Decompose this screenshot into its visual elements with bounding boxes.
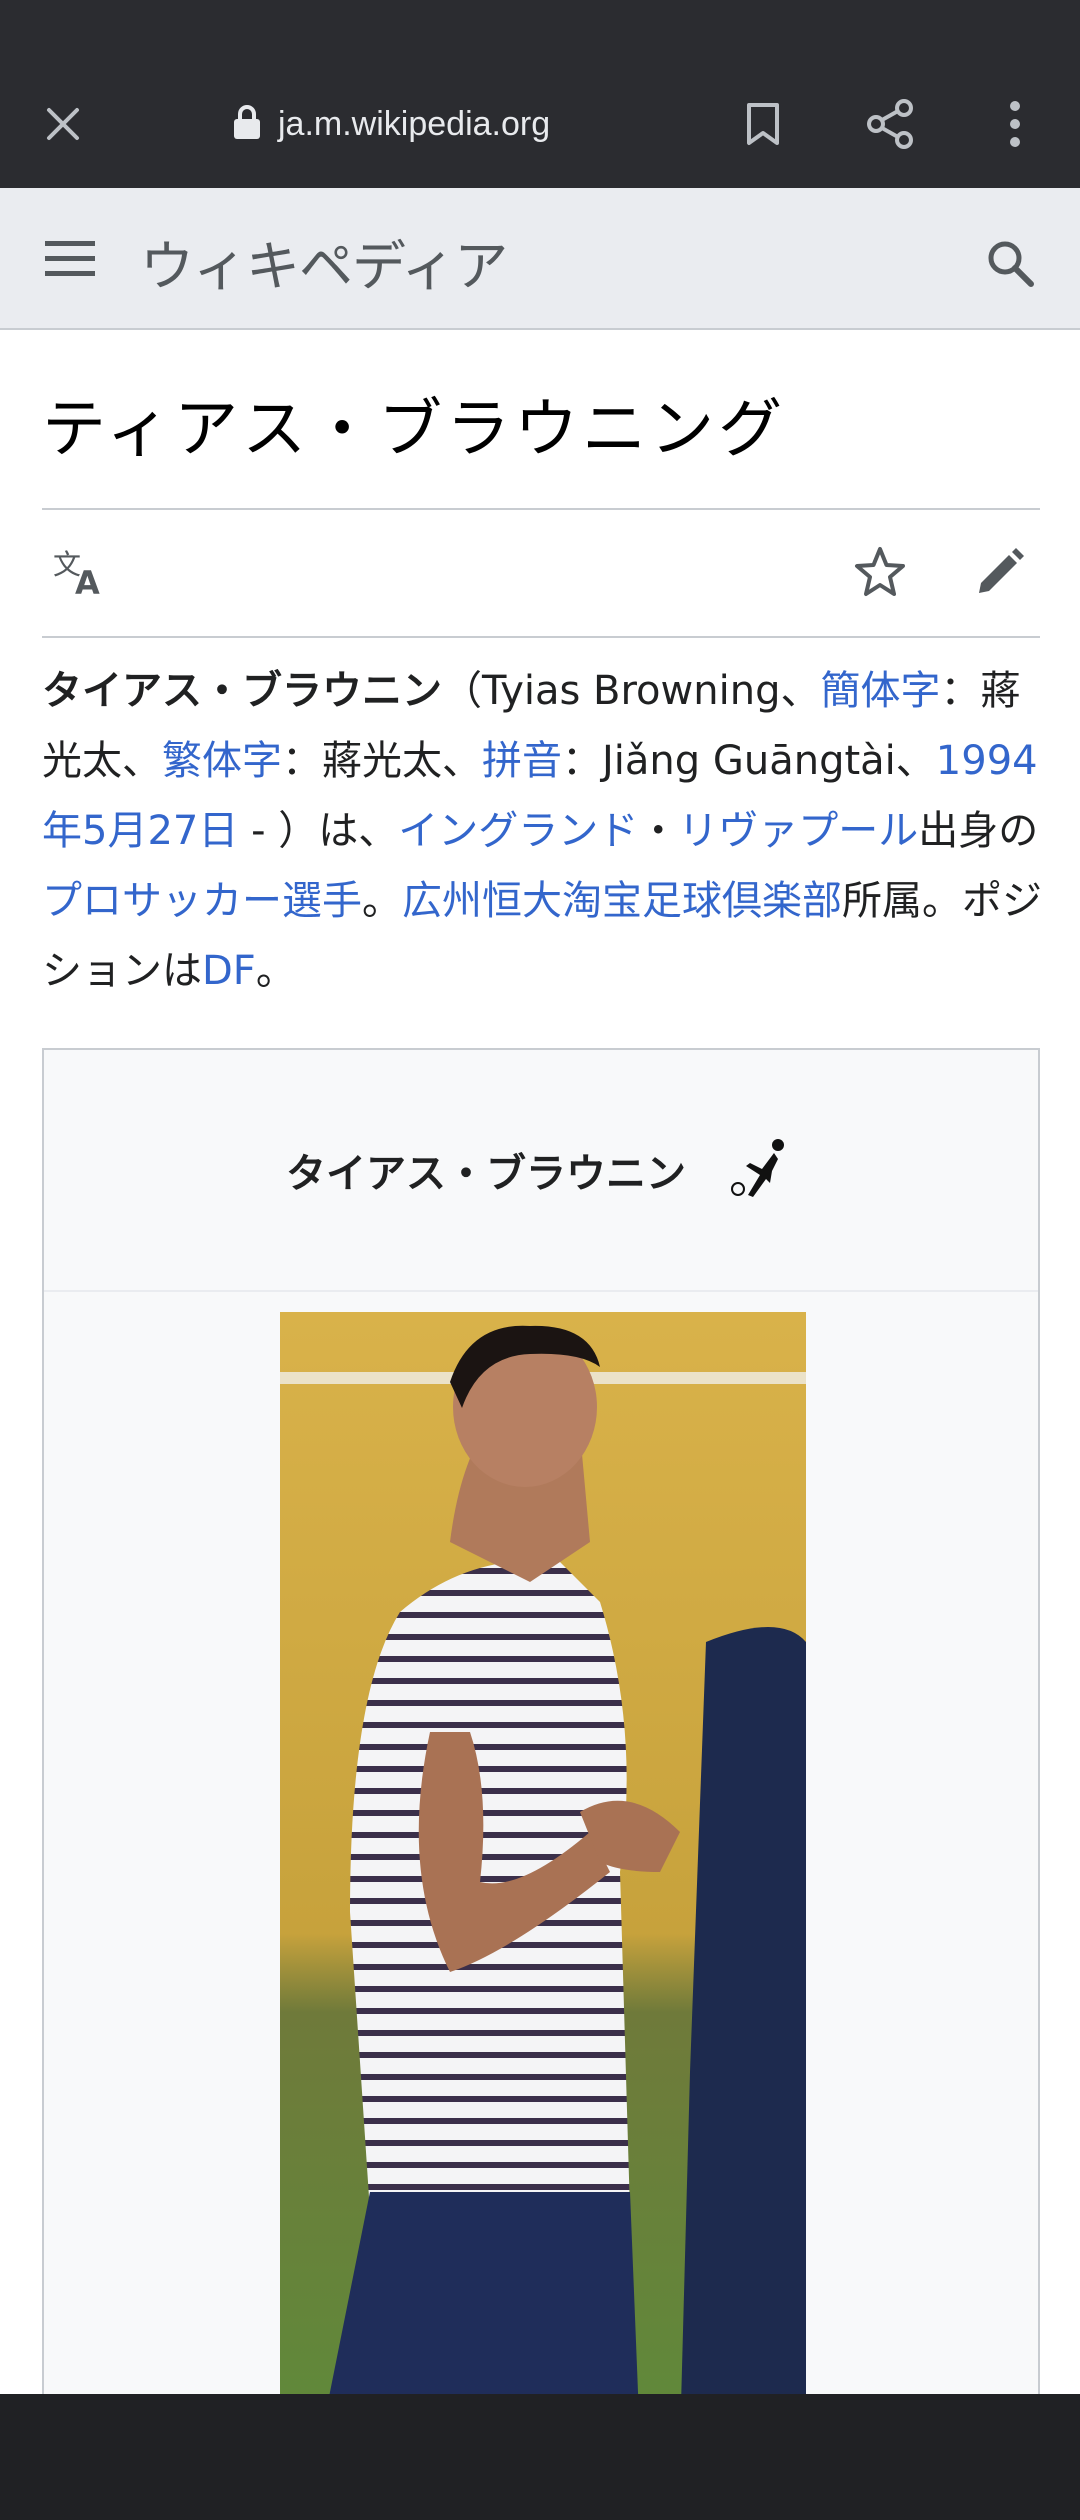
lead-text: - ）は、	[238, 808, 399, 854]
address-bar[interactable]: ja.m.wikipedia.org	[232, 60, 550, 188]
edit-pencil-icon[interactable]	[968, 540, 1032, 604]
title-divider	[42, 508, 1040, 510]
browser-toolbar: ja.m.wikipedia.org	[0, 60, 1080, 188]
actions-divider	[42, 636, 1040, 638]
bookmark-icon[interactable]	[728, 60, 798, 188]
share-icon[interactable]	[852, 60, 928, 188]
infobox-title: タイアス・ブラウニン	[44, 1050, 1038, 1292]
pro-footballer-link[interactable]: プロサッカー選手	[42, 878, 362, 924]
football-player-icon	[726, 1133, 796, 1207]
lead-text: ・	[638, 808, 679, 854]
infobox: タイアス・ブラウニン	[42, 1048, 1040, 2448]
lead-text: （Tyias Browning、	[442, 668, 821, 714]
system-navigation-bar	[0, 2394, 1080, 2520]
close-icon[interactable]	[30, 60, 96, 188]
language-icon[interactable]: 文 A	[48, 540, 112, 604]
lock-icon	[232, 104, 262, 144]
infobox-name: タイアス・ブラウニン	[286, 1151, 686, 1197]
more-vert-icon[interactable]	[990, 60, 1040, 188]
lead-text: 。	[362, 878, 402, 924]
lead-text: ：Jiǎng Guāngtài、	[562, 738, 936, 784]
simplified-chinese-link[interactable]: 簡体字	[820, 668, 940, 714]
menu-icon[interactable]	[40, 232, 100, 286]
url-text: ja.m.wikipedia.org	[278, 104, 551, 143]
lead-text: ：蔣光太、	[282, 738, 482, 784]
club-link[interactable]: 広州恒大淘宝足球倶楽部	[402, 878, 842, 924]
traditional-chinese-link[interactable]: 繁体字	[162, 738, 282, 784]
wiki-logo[interactable]: ウィキペディア	[140, 222, 508, 301]
lead-text: 。	[255, 948, 296, 994]
liverpool-link[interactable]: リヴァプール	[678, 808, 918, 854]
lead-text: 出身の	[918, 808, 1039, 854]
df-link[interactable]: DF	[202, 948, 256, 994]
wiki-header: ウィキペディア	[0, 188, 1080, 330]
page-title: ティアス・ブラウニング	[42, 393, 787, 467]
player-photo[interactable]	[280, 1312, 806, 2442]
svg-text:A: A	[75, 564, 100, 598]
lead-paragraph: タイアス・ブラウニン（Tyias Browning、簡体字：蔣光太、繁体字：蔣光…	[42, 656, 1042, 1006]
star-icon[interactable]	[848, 540, 912, 604]
search-icon[interactable]	[975, 228, 1045, 298]
pinyin-link[interactable]: 拼音	[482, 738, 562, 784]
status-bar	[0, 0, 1080, 60]
subject-name: タイアス・ブラウニン	[42, 668, 442, 714]
england-link[interactable]: イングランド	[398, 808, 638, 854]
